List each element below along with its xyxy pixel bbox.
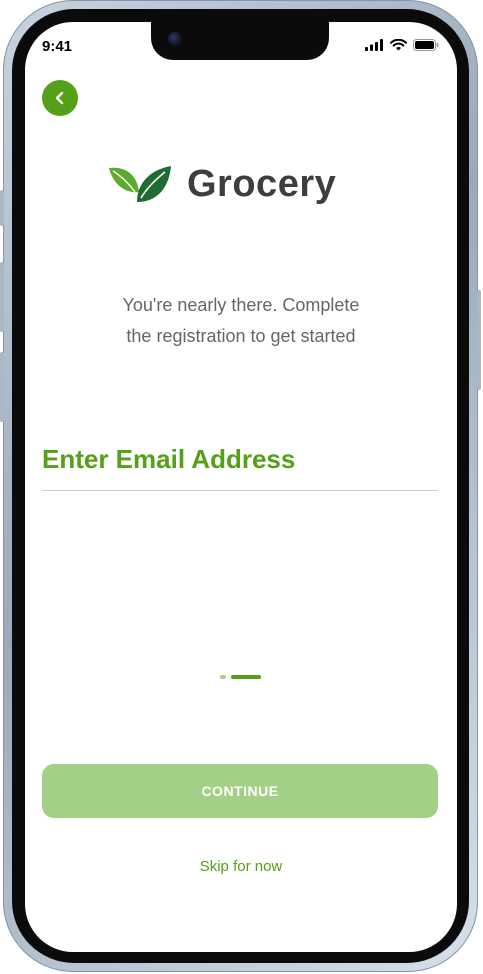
brand-logo: Grocery (107, 162, 336, 206)
subtitle-line-2: the registration to get started (126, 326, 356, 346)
email-field-underline (42, 490, 438, 491)
subtitle-line-1: You're nearly there. Complete (122, 295, 360, 315)
status-time: 9:41 (42, 38, 73, 55)
back-button[interactable] (42, 80, 78, 116)
notch (151, 22, 329, 60)
wifi-icon (390, 39, 407, 51)
power-button (477, 290, 481, 390)
registration-subtitle: You're nearly there. Complete the regist… (25, 290, 457, 352)
volume-up-button (0, 262, 4, 332)
status-icons (365, 39, 439, 51)
brand-name: Grocery (187, 162, 337, 205)
page-indicator (220, 675, 261, 679)
battery-icon (413, 39, 439, 51)
leaf-icon (109, 166, 171, 202)
volume-down-button (0, 352, 4, 422)
front-camera (168, 32, 182, 46)
page-indicator-dot-2-active (231, 675, 261, 679)
email-field[interactable]: Enter Email Address (42, 444, 295, 475)
chevron-left-icon (55, 91, 64, 105)
continue-button[interactable]: CONTINUE (42, 764, 438, 818)
app-screen: 9:41 Grocery You're nearly there. Comple… (25, 22, 457, 952)
action-button (0, 190, 4, 226)
skip-for-now-link[interactable]: Skip for now (25, 858, 457, 875)
page-indicator-dot-1 (220, 675, 226, 679)
signal-icon (365, 39, 383, 51)
